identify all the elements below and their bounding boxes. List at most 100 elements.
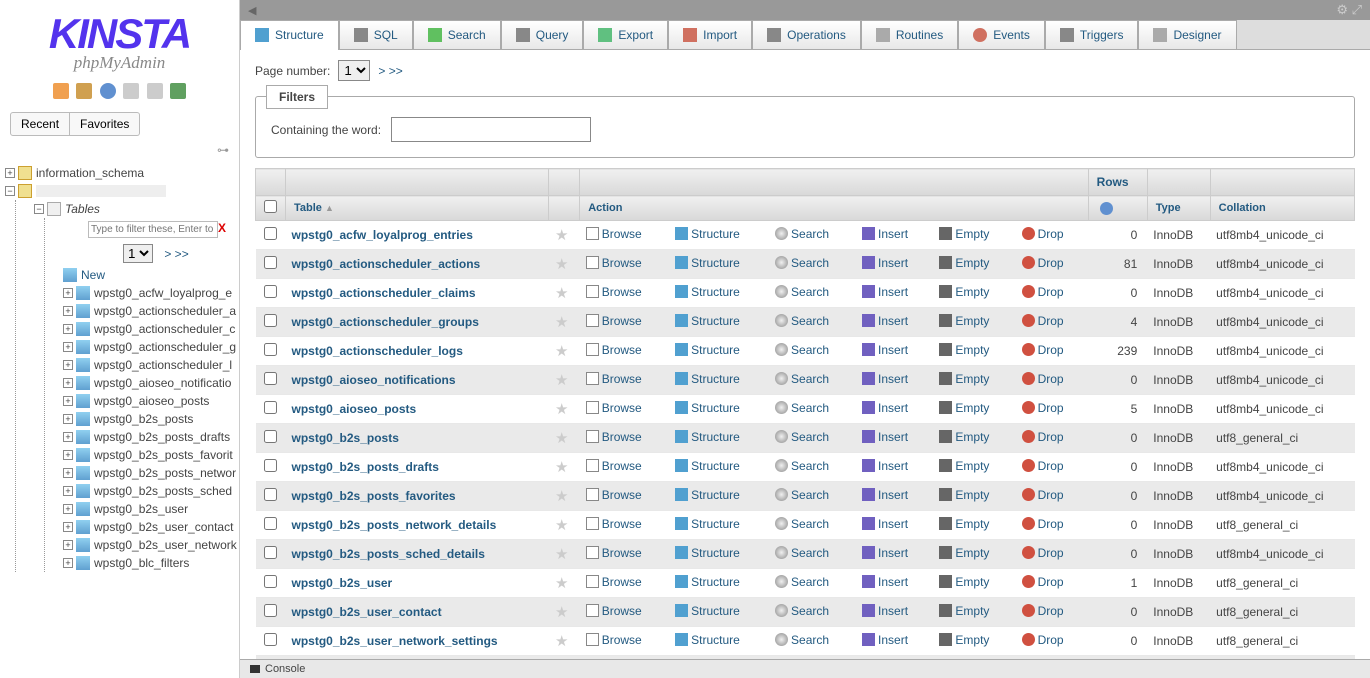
structure-action[interactable]: Structure [675, 401, 740, 415]
browse-action[interactable]: Browse [586, 633, 642, 647]
table-name-link[interactable]: wpstg0_b2s_posts_favorites [292, 489, 456, 503]
check-all[interactable] [264, 200, 277, 213]
tab-designer[interactable]: Designer [1138, 20, 1236, 49]
structure-action[interactable]: Structure [675, 575, 740, 589]
table-name-link[interactable]: wpstg0_actionscheduler_groups [292, 315, 479, 329]
insert-action[interactable]: Insert [862, 227, 908, 241]
structure-action[interactable]: Structure [675, 604, 740, 618]
row-checkbox[interactable] [264, 256, 277, 269]
search-action[interactable]: Search [775, 430, 829, 444]
expand-icon[interactable]: + [63, 432, 73, 442]
th-collation[interactable]: Collation [1210, 196, 1354, 221]
insert-action[interactable]: Insert [862, 401, 908, 415]
favorite-star-icon[interactable]: ★ [555, 604, 568, 621]
empty-action[interactable]: Empty [939, 575, 989, 589]
tree-table-item[interactable]: +wpstg0_b2s_posts_networ [63, 464, 239, 482]
insert-action[interactable]: Insert [862, 256, 908, 270]
row-checkbox[interactable] [264, 517, 277, 530]
favorite-star-icon[interactable]: ★ [555, 256, 568, 273]
drop-action[interactable]: Drop [1022, 604, 1064, 618]
favorite-star-icon[interactable]: ★ [555, 372, 568, 389]
tab-structure[interactable]: Structure [240, 20, 339, 49]
tab-operations[interactable]: Operations [752, 20, 861, 49]
expand-icon[interactable]: + [63, 450, 73, 460]
browse-action[interactable]: Browse [586, 372, 642, 386]
table-name-link[interactable]: wpstg0_aioseo_posts [292, 402, 417, 416]
search-action[interactable]: Search [775, 517, 829, 531]
clear-filter-icon[interactable]: X [218, 221, 226, 235]
tree-node-information-schema[interactable]: + information_schema [5, 164, 239, 182]
row-checkbox[interactable] [264, 227, 277, 240]
empty-action[interactable]: Empty [939, 372, 989, 386]
expand-icon[interactable]: + [63, 558, 73, 568]
structure-action[interactable]: Structure [675, 314, 740, 328]
tree-table-item[interactable]: +wpstg0_aioseo_posts [63, 392, 239, 410]
drop-action[interactable]: Drop [1022, 227, 1064, 241]
row-checkbox[interactable] [264, 372, 277, 385]
row-checkbox[interactable] [264, 546, 277, 559]
favorite-star-icon[interactable]: ★ [555, 517, 568, 534]
structure-action[interactable]: Structure [675, 285, 740, 299]
favorite-star-icon[interactable]: ★ [555, 227, 568, 244]
tab-routines[interactable]: Routines [861, 20, 958, 49]
th-type[interactable]: Type [1147, 196, 1210, 221]
th-table[interactable]: Table ▲ [286, 196, 549, 221]
search-action[interactable]: Search [775, 227, 829, 241]
insert-action[interactable]: Insert [862, 285, 908, 299]
expand-icon[interactable]: + [63, 378, 73, 388]
browse-action[interactable]: Browse [586, 314, 642, 328]
expand-icon[interactable]: + [63, 324, 73, 334]
insert-action[interactable]: Insert [862, 488, 908, 502]
row-checkbox[interactable] [264, 285, 277, 298]
expand-icon[interactable]: + [63, 504, 73, 514]
search-action[interactable]: Search [775, 546, 829, 560]
tree-table-item[interactable]: +wpstg0_actionscheduler_a [63, 302, 239, 320]
structure-action[interactable]: Structure [675, 488, 740, 502]
row-checkbox[interactable] [264, 401, 277, 414]
row-checkbox[interactable] [264, 604, 277, 617]
expand-icon[interactable]: + [63, 360, 73, 370]
empty-action[interactable]: Empty [939, 459, 989, 473]
tree-table-item[interactable]: +wpstg0_acfw_loyalprog_e [63, 284, 239, 302]
search-action[interactable]: Search [775, 633, 829, 647]
search-action[interactable]: Search [775, 604, 829, 618]
structure-action[interactable]: Structure [675, 430, 740, 444]
empty-action[interactable]: Empty [939, 256, 989, 270]
table-name-link[interactable]: wpstg0_actionscheduler_claims [292, 286, 476, 300]
structure-action[interactable]: Structure [675, 546, 740, 560]
drop-action[interactable]: Drop [1022, 314, 1064, 328]
empty-action[interactable]: Empty [939, 488, 989, 502]
favorite-star-icon[interactable]: ★ [555, 314, 568, 331]
collapse-icon[interactable]: − [5, 186, 15, 196]
empty-action[interactable]: Empty [939, 314, 989, 328]
search-action[interactable]: Search [775, 256, 829, 270]
expand-icon[interactable]: + [63, 342, 73, 352]
empty-action[interactable]: Empty [939, 604, 989, 618]
row-checkbox[interactable] [264, 430, 277, 443]
table-name-link[interactable]: wpstg0_b2s_user [292, 576, 393, 590]
drop-action[interactable]: Drop [1022, 633, 1064, 647]
browse-action[interactable]: Browse [586, 343, 642, 357]
structure-action[interactable]: Structure [675, 343, 740, 357]
browse-action[interactable]: Browse [586, 430, 642, 444]
drop-action[interactable]: Drop [1022, 459, 1064, 473]
insert-action[interactable]: Insert [862, 633, 908, 647]
tree-table-item[interactable]: +wpstg0_actionscheduler_c [63, 320, 239, 338]
drop-action[interactable]: Drop [1022, 517, 1064, 531]
table-name-link[interactable]: wpstg0_b2s_posts_sched_details [292, 547, 485, 561]
browse-action[interactable]: Browse [586, 401, 642, 415]
table-name-link[interactable]: wpstg0_b2s_posts [292, 431, 399, 445]
tree-next-page[interactable]: > >> [164, 247, 188, 261]
drop-action[interactable]: Drop [1022, 372, 1064, 386]
favorite-star-icon[interactable]: ★ [555, 459, 568, 476]
help-icon[interactable] [1100, 202, 1113, 215]
row-checkbox[interactable] [264, 459, 277, 472]
console-bar[interactable]: Console [240, 659, 1370, 678]
expand-icon[interactable]: + [63, 396, 73, 406]
tree-table-item[interactable]: +wpstg0_b2s_user_network [63, 536, 239, 554]
row-checkbox[interactable] [264, 343, 277, 356]
drop-action[interactable]: Drop [1022, 256, 1064, 270]
search-action[interactable]: Search [775, 343, 829, 357]
browse-action[interactable]: Browse [586, 517, 642, 531]
drop-action[interactable]: Drop [1022, 285, 1064, 299]
